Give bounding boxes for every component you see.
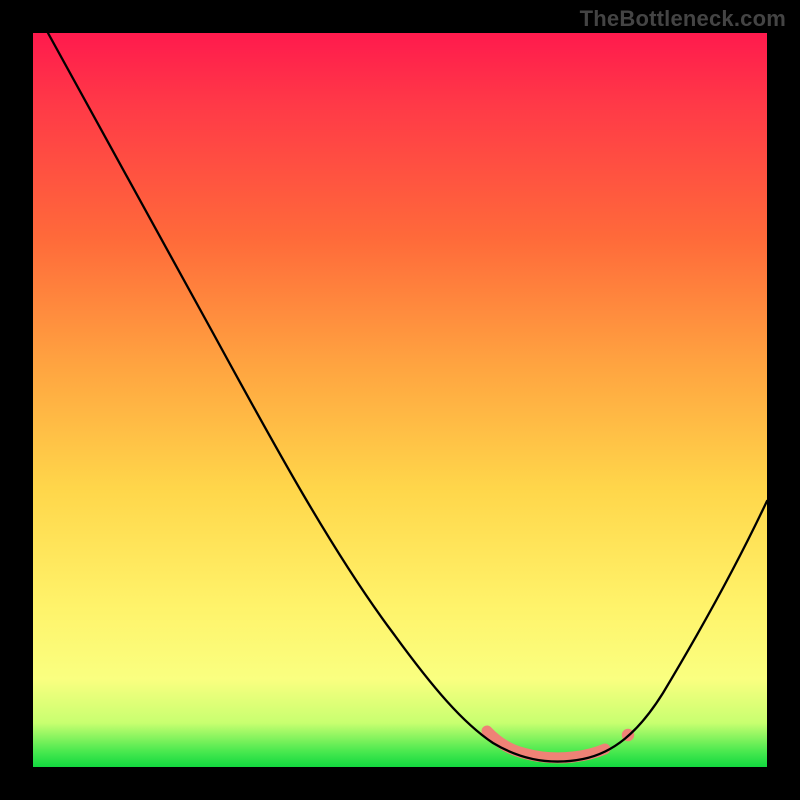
plot-area	[33, 33, 767, 767]
highlight-segment	[487, 731, 605, 758]
bottleneck-curve	[48, 33, 767, 762]
chart-frame: TheBottleneck.com	[0, 0, 800, 800]
watermark-text: TheBottleneck.com	[580, 6, 786, 32]
curve-overlay	[33, 33, 767, 767]
